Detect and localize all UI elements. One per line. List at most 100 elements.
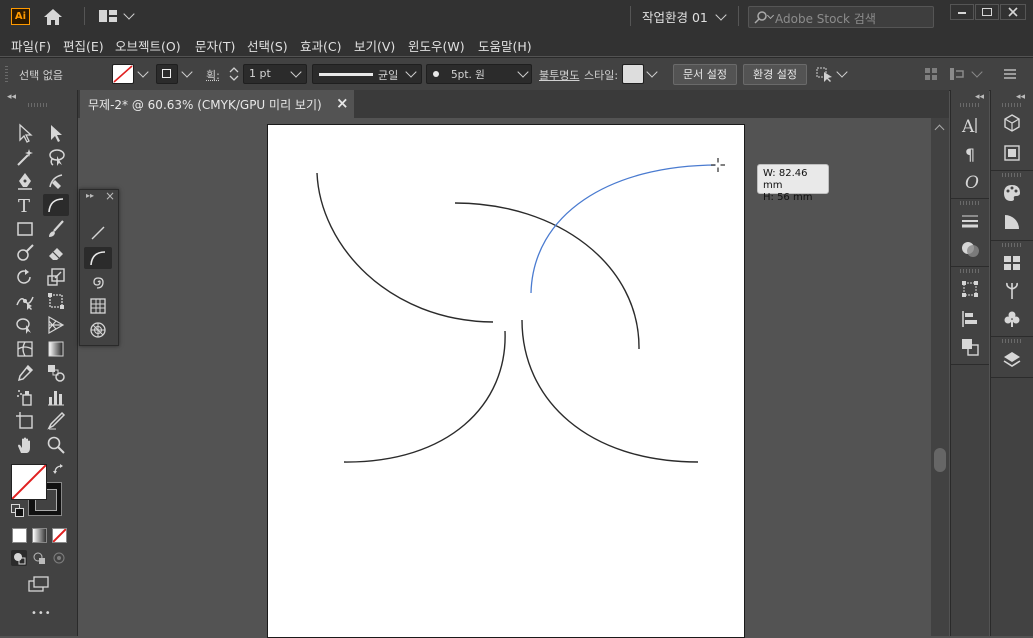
stroke-swatch[interactable]	[156, 64, 178, 84]
swap-colors-icon[interactable]	[53, 464, 65, 476]
eraser-tool-icon[interactable]	[43, 242, 69, 264]
brushes-panel-icon[interactable]	[997, 280, 1027, 302]
polar-grid-tool-icon[interactable]	[84, 319, 112, 341]
opacity-label[interactable]: 불투명도	[539, 67, 579, 83]
menu-window[interactable]: 윈도우(W)	[408, 36, 465, 55]
paragraph-panel-icon[interactable]: ¶	[955, 142, 985, 164]
color-panel-icon[interactable]	[997, 182, 1027, 204]
collapse-panel-icon[interactable]: ◂◂	[975, 92, 984, 102]
align-panel-icon[interactable]	[955, 308, 985, 330]
rectangular-grid-tool-icon[interactable]	[84, 295, 112, 317]
arrange-documents-icon[interactable]	[98, 9, 118, 23]
maximize-button[interactable]	[975, 4, 999, 20]
chevron-down-icon[interactable]	[646, 66, 657, 77]
curvature-pen-icon[interactable]	[43, 170, 69, 192]
scroll-thumb[interactable]	[934, 448, 946, 472]
pen-tool-icon[interactable]	[12, 170, 38, 192]
curve-path-bottom-right[interactable]	[522, 320, 698, 462]
symbol-sprayer-tool-icon[interactable]	[12, 386, 38, 408]
menu-effect[interactable]: 효과(C)	[300, 36, 341, 55]
workspace-switcher[interactable]: 작업환경 01	[642, 7, 708, 26]
flyout-collapse-icon[interactable]: ▸▸	[86, 191, 94, 200]
lasso-tool-icon[interactable]	[43, 146, 69, 168]
rotate-tool-icon[interactable]	[12, 266, 38, 288]
close-button[interactable]	[1000, 4, 1026, 20]
collapse-panel-icon[interactable]: ◂◂	[7, 92, 16, 102]
flyout-close-icon[interactable]: ×	[105, 189, 115, 203]
vertical-scrollbar[interactable]	[931, 118, 949, 636]
selected-curve-path[interactable]	[531, 165, 718, 293]
menu-view[interactable]: 보기(V)	[354, 36, 395, 55]
default-colors-icon[interactable]	[11, 504, 23, 516]
blend-tool-icon[interactable]	[43, 362, 69, 384]
color-mode-button[interactable]	[12, 528, 27, 543]
artboard-tool-icon[interactable]	[12, 410, 38, 432]
column-graph-tool-icon[interactable]	[43, 386, 69, 408]
search-input[interactable]: Adobe Stock 검색	[775, 10, 876, 27]
shaper-tool-icon[interactable]	[12, 242, 38, 264]
libraries-panel-icon[interactable]	[997, 112, 1027, 134]
slice-tool-icon[interactable]	[43, 410, 69, 432]
panel-menu-icon[interactable]	[1003, 67, 1017, 81]
rectangle-tool-icon[interactable]	[12, 218, 38, 240]
swatches-panel-icon[interactable]	[997, 252, 1027, 274]
stock-search-box[interactable]: Adobe Stock 검색	[748, 6, 934, 28]
stroke-panel-icon[interactable]	[955, 210, 985, 232]
menu-object[interactable]: 오브젝트(O)	[115, 36, 181, 55]
selection-tool-icon[interactable]	[12, 122, 38, 144]
pathfinder-panel-icon[interactable]	[955, 336, 985, 358]
close-tab-icon[interactable]: ×	[336, 94, 349, 112]
chevron-down-icon[interactable]	[181, 66, 192, 77]
curve-path-top-middle[interactable]	[455, 203, 639, 349]
select-similar-icon[interactable]	[815, 65, 835, 83]
character-panel-icon[interactable]: A	[955, 114, 985, 136]
curve-path-bottom-left[interactable]	[344, 331, 505, 462]
chevron-down-icon[interactable]	[715, 9, 726, 20]
collapse-panel-icon[interactable]: ◂◂	[1016, 92, 1025, 102]
stroke-label[interactable]: 획:	[206, 67, 220, 83]
scale-tool-icon[interactable]	[43, 266, 69, 288]
color-guide-panel-icon[interactable]	[997, 211, 1027, 233]
free-transform-tool-icon[interactable]	[43, 290, 69, 312]
draw-normal-icon[interactable]	[11, 550, 27, 566]
fill-color-swatch[interactable]	[11, 464, 47, 500]
layers-panel-icon[interactable]	[997, 349, 1027, 371]
preferences-button[interactable]: 환경 설정	[743, 64, 807, 85]
document-tab[interactable]: 무제-2* @ 60.63% (CMYK/GPU 미리 보기) ×	[80, 90, 354, 118]
stroke-weight-stepper[interactable]	[229, 66, 239, 82]
gradient-tool-icon[interactable]	[43, 338, 69, 360]
perspective-grid-tool-icon[interactable]	[43, 314, 69, 336]
menu-file[interactable]: 파일(F)	[11, 36, 51, 55]
artboard[interactable]	[267, 124, 745, 638]
chevron-down-icon[interactable]	[836, 66, 847, 77]
eyedropper-tool-icon[interactable]	[12, 362, 38, 384]
paintbrush-tool-icon[interactable]	[43, 218, 69, 240]
mesh-tool-icon[interactable]	[12, 338, 38, 360]
hand-tool-icon[interactable]	[12, 434, 38, 456]
puppet-warp-tool-icon[interactable]	[12, 290, 38, 312]
transform-icon[interactable]	[949, 66, 965, 82]
opentype-panel-icon[interactable]: O	[955, 170, 985, 192]
type-tool-icon[interactable]: T	[12, 194, 38, 216]
scroll-up-icon[interactable]	[935, 125, 945, 135]
chevron-down-icon[interactable]	[137, 66, 148, 77]
spiral-tool-icon[interactable]	[84, 271, 112, 293]
screen-mode-icon[interactable]	[28, 575, 50, 593]
chevron-down-icon[interactable]	[971, 66, 982, 77]
gradient-mode-button[interactable]	[32, 528, 47, 543]
document-setup-button[interactable]: 문서 설정	[673, 64, 737, 85]
fill-swatch[interactable]	[112, 64, 134, 84]
line-segment-tool-icon[interactable]	[84, 222, 112, 244]
brush-definition-dropdown[interactable]: 5pt. 원	[426, 64, 532, 84]
shape-builder-tool-icon[interactable]	[12, 314, 38, 336]
graphic-style-swatch[interactable]	[622, 64, 644, 84]
draw-inside-icon[interactable]	[51, 550, 67, 566]
magic-wand-tool-icon[interactable]	[12, 146, 38, 168]
align-grid-icon[interactable]	[924, 67, 938, 81]
menu-type[interactable]: 문자(T)	[195, 36, 235, 55]
zoom-tool-icon[interactable]	[43, 434, 69, 456]
curvature-tool-icon[interactable]	[43, 194, 69, 216]
arc-tool-icon[interactable]	[84, 247, 112, 269]
draw-behind-icon[interactable]	[31, 550, 47, 566]
stroke-weight-field[interactable]: 1 pt	[243, 64, 307, 84]
